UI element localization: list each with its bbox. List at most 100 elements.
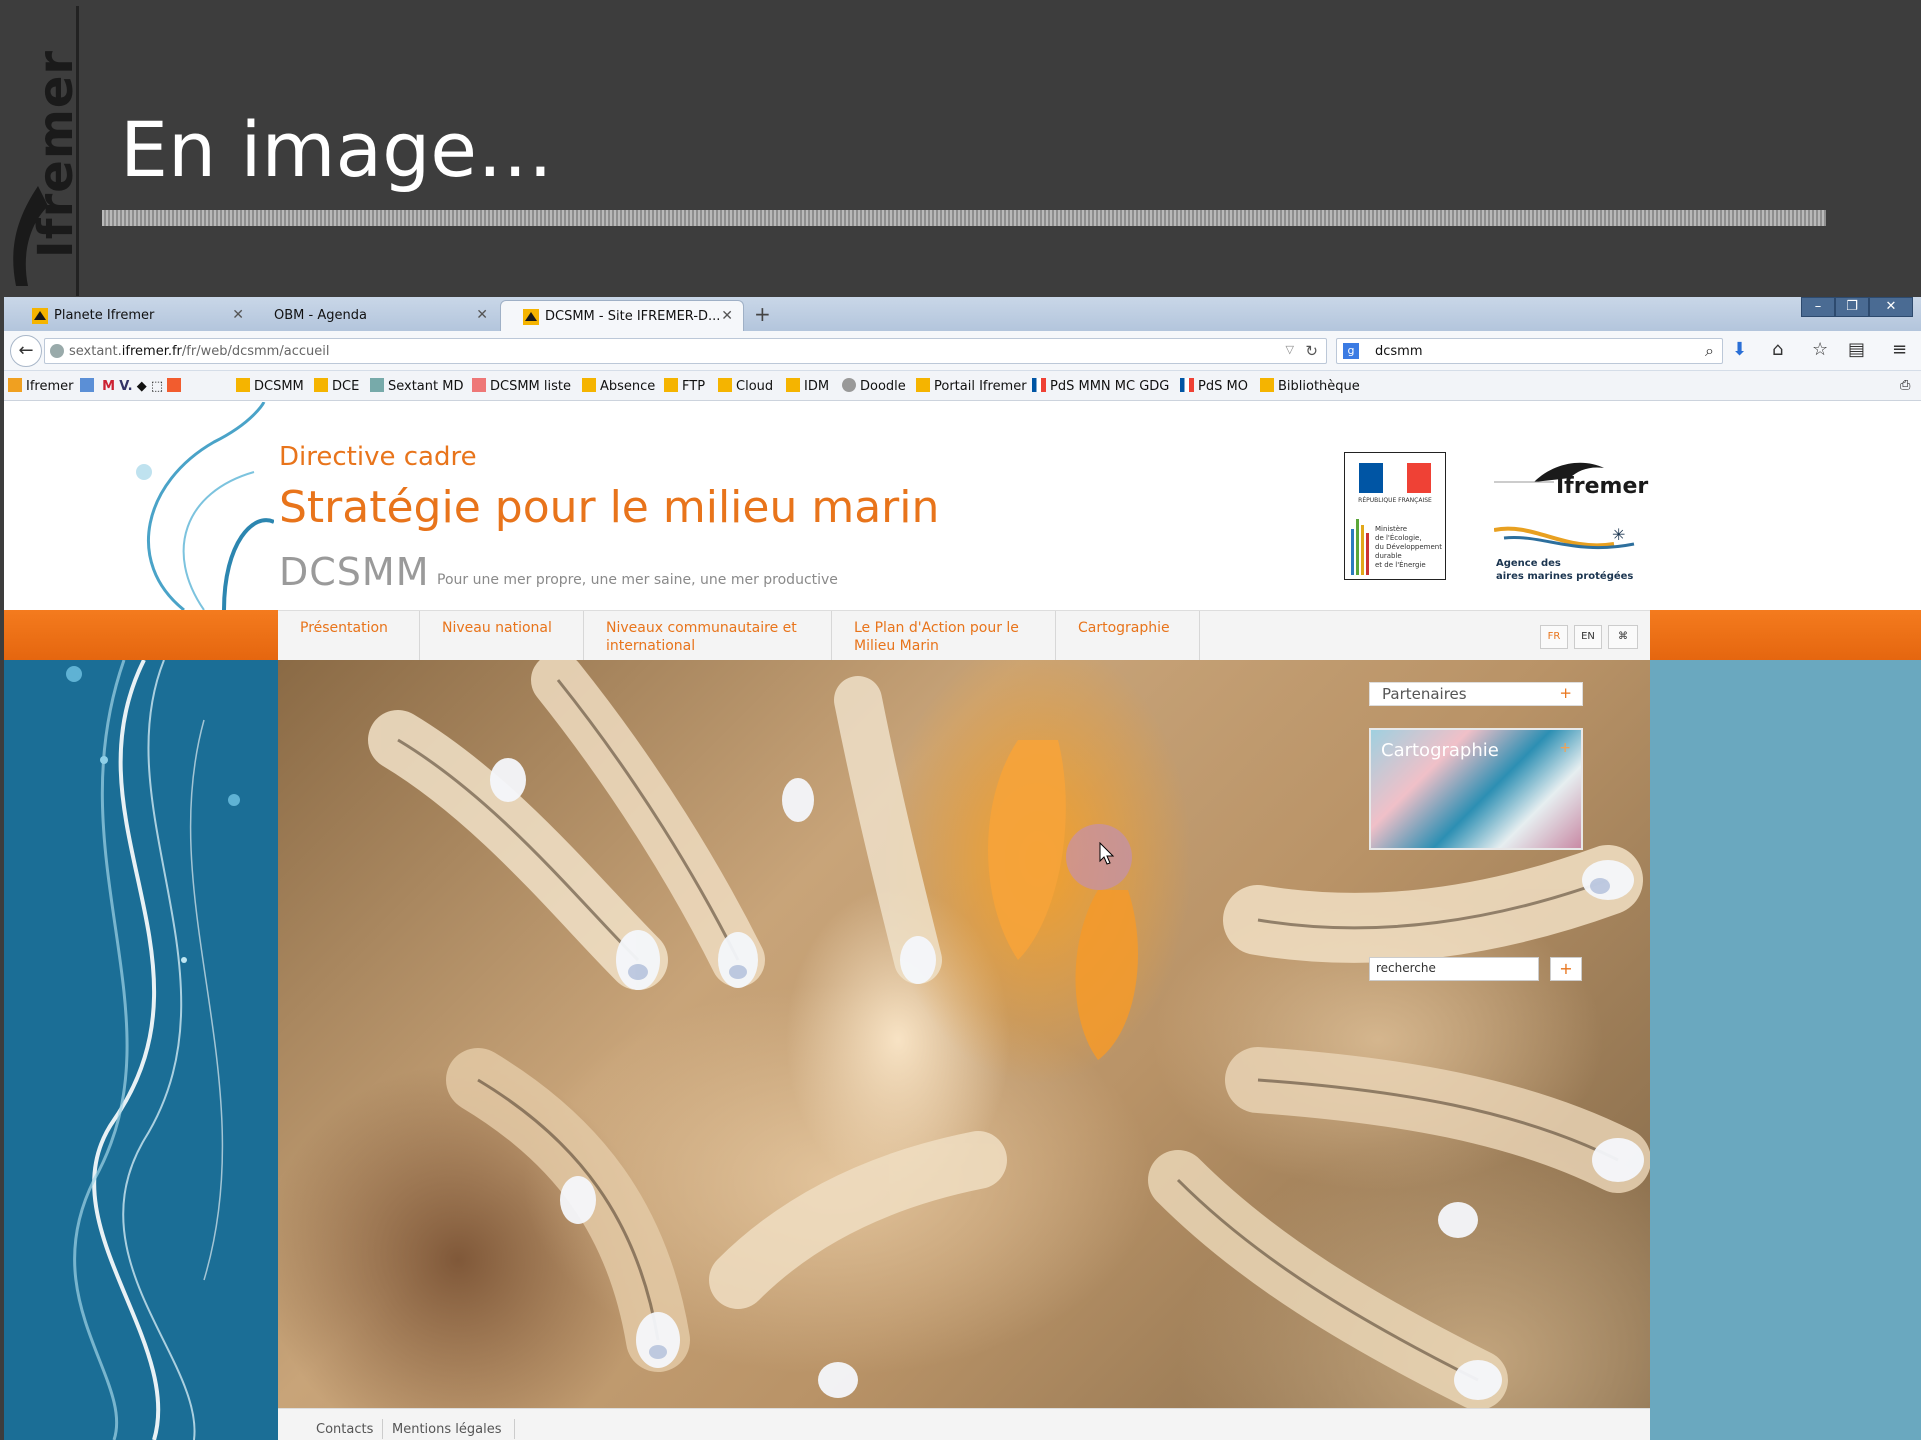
french-flag-icon: [1032, 378, 1046, 392]
lang-en-button[interactable]: EN: [1574, 625, 1602, 649]
google-icon[interactable]: g: [1343, 343, 1359, 359]
bookmark-cloud[interactable]: Cloud: [718, 378, 773, 394]
ifremer-favicon-icon: [314, 378, 328, 392]
diamond-icon: ◆: [136, 379, 147, 394]
close-window-icon[interactable]: ✕: [1869, 297, 1913, 317]
tab-dcsmm[interactable]: DCSMM - Site IFREMER-D... ✕: [500, 300, 744, 331]
gmail-icon: M: [102, 379, 116, 394]
bookmark-pds-mo[interactable]: PdS MO: [1180, 378, 1248, 394]
slide-header: Ifremer En image…: [0, 0, 1921, 298]
url-prefix: sextant.: [69, 344, 122, 359]
v-icon: V.: [119, 379, 133, 394]
ifremer-favicon-icon: [236, 378, 250, 392]
menu-cartographie[interactable]: Cartographie: [1056, 611, 1200, 661]
lang-fr-button[interactable]: FR: [1540, 625, 1568, 649]
ifremer-favicon-icon: [32, 308, 48, 324]
site-identity-icon[interactable]: [50, 344, 64, 358]
mouse-cursor-icon: [1099, 842, 1115, 865]
ifremer-favicon-icon: [582, 378, 596, 392]
navigation-bar: ← sextant.ifremer.fr/fr/web/dcsmm/accuei…: [4, 331, 1921, 371]
new-tab-button[interactable]: +: [754, 302, 771, 326]
back-button[interactable]: ←: [10, 335, 42, 367]
wave-star-icon: ✳: [1494, 525, 1635, 550]
amp-logo[interactable]: ✳ Agence des aires marines protégées: [1494, 522, 1644, 588]
bookmark-star-icon[interactable]: ☆: [1812, 339, 1828, 360]
ministry-bars-icon: [1351, 519, 1369, 575]
tab-obm-agenda[interactable]: OBM - Agenda ✕: [254, 300, 498, 331]
bookmark-dcsmm-liste[interactable]: DCSMM liste: [472, 378, 571, 394]
bookmark-icons-group[interactable]: M V. ◆ ⬚: [80, 378, 185, 394]
ifremer-logo[interactable]: Ifremer: [1494, 454, 1648, 504]
search-bar[interactable]: g dcsmm ⌕: [1336, 338, 1723, 364]
minimize-icon[interactable]: –: [1801, 297, 1835, 317]
site-title: Stratégie pour le milieu marin: [279, 482, 940, 533]
download-icon[interactable]: ⬇: [1732, 339, 1747, 360]
search-value: dcsmm: [1375, 344, 1423, 359]
bookmark-idm[interactable]: IDM: [786, 378, 829, 394]
home-icon[interactable]: ⌂: [1772, 339, 1783, 360]
close-tab-icon[interactable]: ✕: [721, 308, 733, 324]
slide-title: En image…: [120, 105, 554, 194]
partners-dropdown[interactable]: Partenaires +: [1369, 682, 1583, 706]
square-icon: ⬚: [150, 379, 164, 394]
address-bar[interactable]: sextant.ifremer.fr/fr/web/dcsmm/accueil …: [44, 338, 1327, 364]
search-icon[interactable]: ⌕: [1705, 341, 1714, 361]
bookmark-doodle[interactable]: Doodle: [842, 378, 906, 394]
bookmark-absence[interactable]: Absence: [582, 378, 655, 394]
footer-link-contacts[interactable]: Contacts: [316, 1422, 373, 1437]
website: Directive cadre Stratégie pour le milieu…: [4, 402, 1921, 1440]
site-search-button[interactable]: +: [1550, 957, 1582, 981]
site-kicker: Directive cadre: [279, 442, 477, 472]
close-tab-icon[interactable]: ✕: [476, 307, 488, 323]
ifremer-favicon-icon: [664, 378, 678, 392]
bookmarks-menu-icon[interactable]: ▤: [1848, 339, 1865, 360]
ifremer-vertical-logo: Ifremer: [8, 6, 84, 296]
tab-label: DCSMM - Site IFREMER-D...: [545, 309, 721, 324]
ministry-name: Ministère de l'Écologie, du Développemen…: [1375, 525, 1442, 569]
alarm-icon: [167, 378, 182, 392]
right-panel: [1650, 660, 1921, 1440]
tab-bar: Planete Ifremer ✕ OBM - Agenda ✕ DCSMM -…: [4, 297, 1921, 331]
site-search-input[interactable]: recherche: [1369, 957, 1539, 981]
svg-text:✳: ✳: [1612, 525, 1625, 544]
site-tagline: Pour une mer propre, une mer saine, une …: [437, 572, 838, 588]
print-icon[interactable]: ⎙: [1900, 378, 1910, 393]
reload-icon[interactable]: ↻: [1305, 342, 1318, 360]
bookmark-dcsmm[interactable]: DCSMM: [236, 378, 304, 394]
hamburger-menu-icon[interactable]: ≡: [1892, 339, 1907, 360]
tab-planete-ifremer[interactable]: Planete Ifremer ✕: [10, 300, 254, 331]
url-path: /fr/web/dcsmm/accueil: [181, 344, 330, 359]
bookmark-portail-ifremer[interactable]: Portail Ifremer: [916, 378, 1027, 394]
maximize-icon[interactable]: ❐: [1835, 297, 1869, 317]
tab-label: OBM - Agenda: [274, 308, 367, 323]
bookmark-pds-mmn[interactable]: PdS MMN MC GDG: [1032, 378, 1169, 394]
menu-plan-action[interactable]: Le Plan d'Action pour le Milieu Marin: [832, 611, 1056, 661]
map-icon: [370, 378, 384, 392]
browser-window: Planete Ifremer ✕ OBM - Agenda ✕ DCSMM -…: [4, 297, 1921, 1440]
bookmark-dce[interactable]: DCE: [314, 378, 359, 394]
ifremer-favicon-icon: [916, 378, 930, 392]
bookmark-sextant-md[interactable]: Sextant MD: [370, 378, 463, 394]
ifremer-favicon-icon: [523, 309, 539, 325]
rss-icon: [8, 378, 22, 392]
menu-presentation[interactable]: Présentation: [278, 611, 420, 661]
lifebuoy-icon: [472, 378, 486, 392]
ministry-logo[interactable]: RÉPUBLIQUE FRANÇAISE Ministère de l'Écol…: [1344, 452, 1446, 580]
close-tab-icon[interactable]: ✕: [232, 307, 244, 323]
menu-niveau-national[interactable]: Niveau national: [420, 611, 584, 661]
rss-icon[interactable]: ⌘: [1608, 625, 1638, 649]
url-dropdown-icon[interactable]: ▽: [1286, 343, 1294, 356]
bookmark-bibliotheque[interactable]: Bibliothèque: [1260, 378, 1360, 394]
bookmark-ftp[interactable]: FTP: [664, 378, 705, 394]
site-footer: Contacts Mentions légales: [278, 1408, 1650, 1440]
footer-link-mentions-legales[interactable]: Mentions légales: [392, 1422, 501, 1437]
menu-niveaux-communautaire[interactable]: Niveaux communautaire et international: [584, 611, 832, 661]
cartographie-widget[interactable]: Cartographie +: [1369, 728, 1583, 850]
ifremer-favicon-icon: [718, 378, 732, 392]
french-flag-icon: [1359, 463, 1431, 493]
ifremer-vertical-text: Ifremer: [28, 49, 85, 259]
tab-label: Planete Ifremer: [54, 308, 155, 323]
bookmark-ifremer[interactable]: Ifremer: [8, 378, 73, 394]
url-host: ifremer.fr: [121, 344, 182, 359]
doodle-icon: [842, 378, 856, 392]
